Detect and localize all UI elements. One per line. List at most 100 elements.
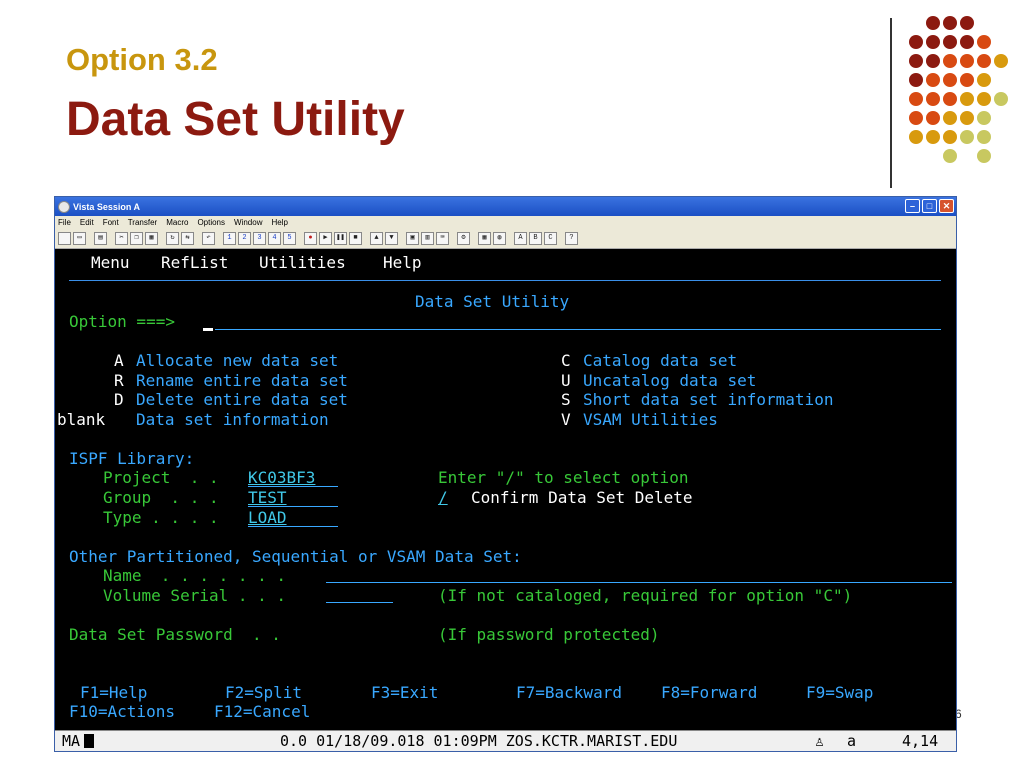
receive-icon[interactable]: ▼ [385, 232, 398, 245]
type-label: Type . . . . [103, 508, 219, 527]
option-input[interactable] [215, 329, 941, 330]
globe-icon[interactable]: ◍ [493, 232, 506, 245]
project-field[interactable]: KC03BF3 [248, 468, 315, 488]
decorative-dot [926, 111, 940, 125]
help-icon[interactable]: ? [565, 232, 578, 245]
settings-icon[interactable]: ⚙ [457, 232, 470, 245]
layout-icon[interactable]: ▥ [421, 232, 434, 245]
menu-action-menu[interactable]: Menu [91, 253, 130, 273]
option-delete[interactable]: Delete entire data set [136, 390, 348, 410]
menu-action-reflist[interactable]: RefList [161, 253, 228, 273]
project-field-underline [248, 486, 338, 487]
library-heading: ISPF Library: [69, 449, 195, 468]
menu-action-help[interactable]: Help [383, 253, 422, 273]
fkey-forward[interactable]: F8=Forward [661, 683, 757, 703]
decorative-dot [926, 54, 940, 68]
connect-icon[interactable]: ↻ [166, 232, 179, 245]
confirm-delete-checkbox[interactable]: / [438, 488, 448, 508]
keyboard-icon[interactable]: ⌨ [436, 232, 449, 245]
close-button[interactable]: ✕ [939, 199, 954, 213]
decorative-dot [943, 130, 957, 144]
fkey-cancel[interactable]: F12=Cancel [214, 702, 310, 722]
macro-3-icon[interactable]: 3 [253, 232, 266, 245]
terminal-screen[interactable]: Menu RefList Utilities Help Data Set Uti… [55, 250, 956, 734]
text-cursor [203, 328, 213, 331]
macro-4-icon[interactable]: 4 [268, 232, 281, 245]
session-a-button[interactable]: A [514, 232, 527, 245]
decorative-dot [960, 54, 974, 68]
option-uncatalog[interactable]: Uncatalog data set [583, 371, 756, 391]
dataset-name-input[interactable] [326, 582, 952, 583]
option-rename[interactable]: Rename entire data set [136, 371, 348, 391]
option-short-info[interactable]: Short data set information [583, 390, 833, 410]
status-bar: MA 0.0 01/18/09.018 01:09PM ZOS.KCTR.MAR… [55, 730, 956, 751]
volume-hint: (If not cataloged, required for option "… [438, 586, 853, 605]
option-allocate[interactable]: Allocate new data set [136, 351, 338, 371]
macro-2-icon[interactable]: 2 [238, 232, 251, 245]
fkey-backward[interactable]: F7=Backward [516, 683, 622, 703]
fkey-split[interactable]: F2=Split [225, 683, 302, 703]
option-vsam[interactable]: VSAM Utilities [583, 410, 718, 430]
type-field[interactable]: LOAD [248, 508, 287, 528]
menu-macro[interactable]: Macro [166, 218, 188, 227]
cut-icon[interactable]: ✂ [115, 232, 128, 245]
fkey-actions[interactable]: F10=Actions [69, 702, 175, 722]
new-icon[interactable] [58, 232, 71, 245]
option-prompt: Option ===> [69, 312, 175, 331]
volume-serial-input[interactable] [326, 602, 393, 603]
session-c-button[interactable]: C [544, 232, 557, 245]
paste-icon[interactable]: ▦ [145, 232, 158, 245]
maximize-button[interactable]: □ [922, 199, 937, 213]
type-field-underline [248, 526, 338, 527]
session-b-button[interactable]: B [529, 232, 542, 245]
fkey-help[interactable]: F1=Help [80, 683, 147, 703]
send-icon[interactable]: ▲ [370, 232, 383, 245]
group-field[interactable]: TEST [248, 488, 287, 508]
copy-icon[interactable]: ❐ [130, 232, 143, 245]
decorative-dot [994, 92, 1008, 106]
print-icon[interactable]: ▤ [94, 232, 107, 245]
menu-options[interactable]: Options [197, 218, 225, 227]
fkey-exit[interactable]: F3=Exit [371, 683, 438, 703]
sheet-icon[interactable]: ▦ [478, 232, 491, 245]
menu-window[interactable]: Window [234, 218, 262, 227]
menu-file[interactable]: File [58, 218, 71, 227]
decorative-dot [909, 35, 923, 49]
undo-icon[interactable]: ↶ [202, 232, 215, 245]
disconnect-icon[interactable]: ⇆ [181, 232, 194, 245]
option-info[interactable]: Data set information [136, 410, 329, 430]
option-catalog[interactable]: Catalog data set [583, 351, 737, 371]
status-mode: MA [62, 732, 81, 750]
pause-icon[interactable]: ❚❚ [334, 232, 347, 245]
decorative-dot [909, 130, 923, 144]
group-label: Group . . . [103, 488, 219, 507]
panel-title: Data Set Utility [415, 292, 570, 311]
fkey-swap[interactable]: F9=Swap [806, 683, 873, 703]
open-icon[interactable]: ▭ [73, 232, 86, 245]
macro-5-icon[interactable]: 5 [283, 232, 296, 245]
decorative-dot-grid [0, 0, 1024, 200]
display-icon[interactable]: ▣ [406, 232, 419, 245]
menu-edit[interactable]: Edit [80, 218, 94, 227]
menu-font[interactable]: Font [103, 218, 119, 227]
menu-help[interactable]: Help [271, 218, 287, 227]
decorative-dot [960, 16, 974, 30]
decorative-dot [926, 92, 940, 106]
macro-1-icon[interactable]: 1 [223, 232, 236, 245]
stop-icon[interactable]: ■ [349, 232, 362, 245]
decorative-dot [943, 73, 957, 87]
decorative-dot [926, 73, 940, 87]
option-key-blank: blank [57, 410, 106, 429]
play-icon[interactable]: ▶ [319, 232, 332, 245]
menu-action-utilities[interactable]: Utilities [259, 253, 346, 273]
decorative-dot [943, 35, 957, 49]
status-info: 0.0 01/18/09.018 01:09PM ZOS.KCTR.MARIST… [280, 732, 678, 750]
option-key-s: S [561, 390, 571, 409]
decorative-dot [943, 111, 957, 125]
decorative-dot [943, 54, 957, 68]
record-icon[interactable]: ● [304, 232, 317, 245]
minimize-button[interactable]: – [905, 199, 920, 213]
status-cursor-position: 4,14 [902, 732, 939, 750]
option-key-d: D [114, 390, 124, 409]
menu-transfer[interactable]: Transfer [128, 218, 158, 227]
